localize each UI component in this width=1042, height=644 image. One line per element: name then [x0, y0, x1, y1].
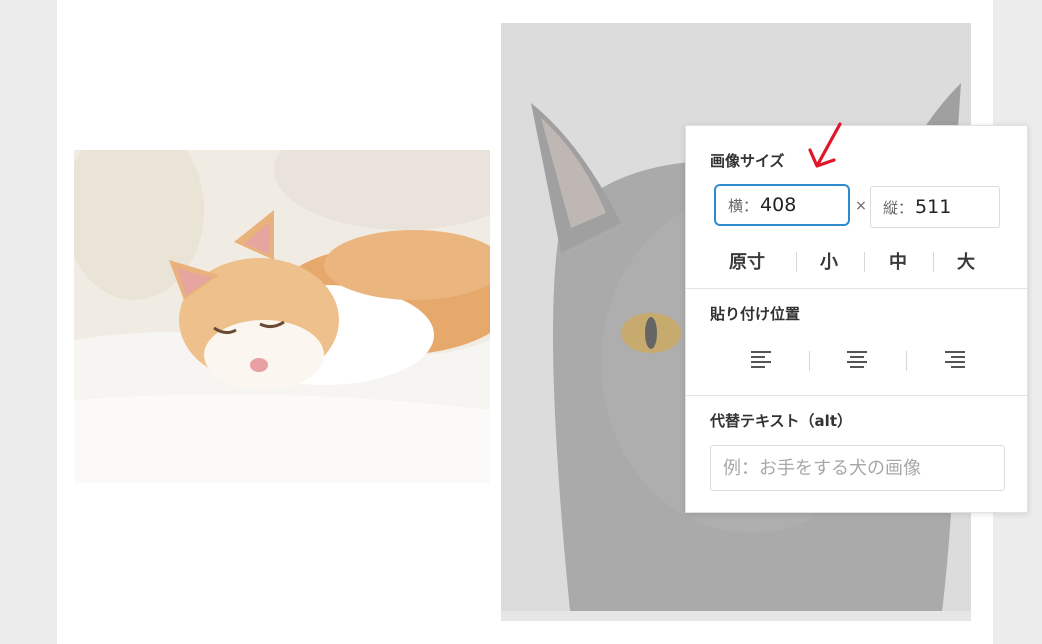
height-field[interactable]: 縦： 511	[870, 186, 1000, 228]
orange-cat-image[interactable]	[74, 150, 490, 483]
size-separator: ×	[855, 198, 867, 214]
preset-medium-button[interactable]: 中	[889, 248, 907, 274]
image-size-title: 画像サイズ	[710, 152, 785, 170]
align-left-icon[interactable]	[745, 346, 777, 374]
width-field[interactable]: 横： 408	[714, 184, 850, 226]
alt-text-input[interactable]	[710, 445, 1005, 491]
section-divider	[686, 288, 1027, 289]
height-value: 511	[915, 196, 952, 218]
paste-position-title: 貼り付け位置	[710, 305, 801, 323]
preset-original-button[interactable]: 原寸	[729, 248, 765, 274]
align-right-icon[interactable]	[939, 346, 971, 374]
annotation-arrow-icon	[808, 122, 842, 168]
divider	[809, 351, 810, 371]
align-center-icon[interactable]	[841, 346, 873, 374]
alt-text-title: 代替テキスト（alt）	[710, 412, 852, 430]
height-label: 縦：	[883, 198, 914, 217]
width-value: 408	[760, 194, 797, 216]
divider	[906, 351, 907, 371]
divider	[864, 252, 865, 272]
image-settings-popover: 画像サイズ 横： 408 × 縦： 511 原寸 小 中 大 貼り付け位置 代替…	[685, 125, 1028, 513]
divider	[933, 252, 934, 272]
size-presets: 原寸 小 中 大	[686, 248, 1029, 276]
preset-large-button[interactable]: 大	[957, 248, 975, 274]
width-label: 横：	[728, 196, 759, 215]
section-divider	[686, 395, 1027, 396]
divider	[796, 252, 797, 272]
preset-small-button[interactable]: 小	[820, 248, 838, 274]
alignment-options	[686, 346, 1029, 376]
